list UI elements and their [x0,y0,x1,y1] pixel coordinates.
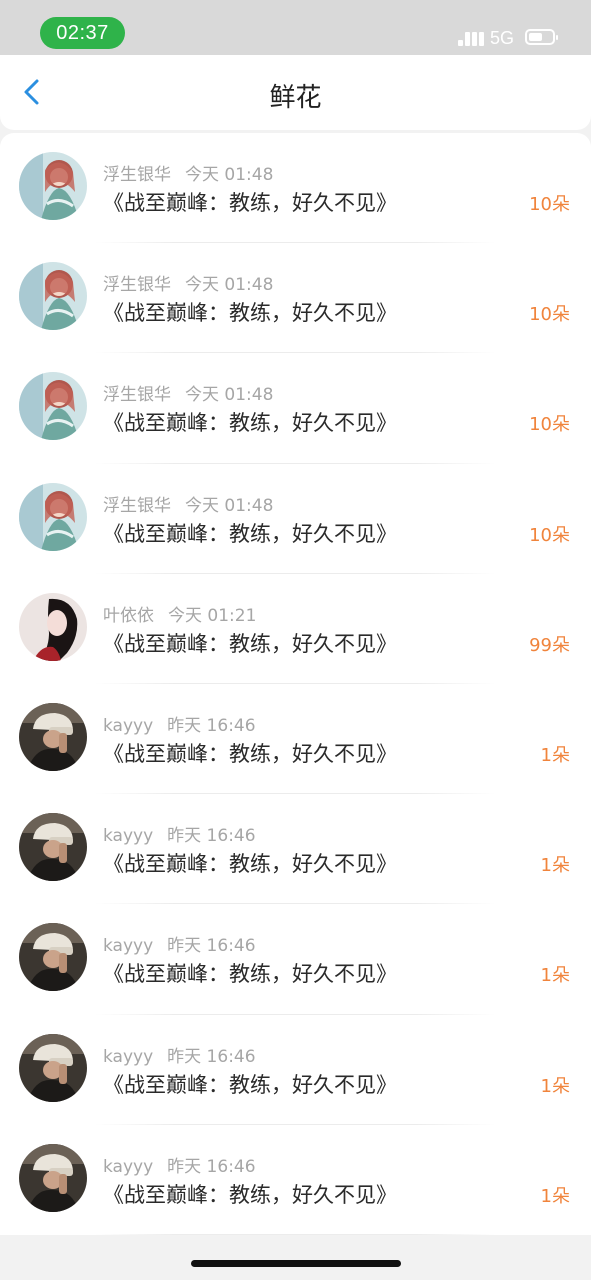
book-title[interactable]: 《战至巅峰：教练，好久不见》 [103,958,397,988]
flower-gift-list: 浮生银华 今天 01:48 《战至巅峰：教练，好久不见》 10朵 浮生银华 今天 0… [0,133,591,1235]
user-name[interactable]: kayyy [103,1047,153,1067]
item-meta: 浮生银华 今天 01:48 [103,270,273,295]
avatar[interactable] [19,1143,87,1212]
user-name[interactable]: kayyy [103,826,153,846]
home-indicator[interactable] [191,1260,401,1267]
item-meta: 浮生银华 今天 01:48 [103,160,273,185]
item-meta: kayyy 昨天 16:46 [103,821,256,846]
battery-icon [525,29,558,45]
user-name[interactable]: 浮生银华 [103,165,171,185]
list-item[interactable]: kayyy 昨天 16:46 《战至巅峰：教练，好久不见》 1朵 [0,1125,591,1235]
avatar[interactable] [19,592,87,661]
avatar[interactable] [19,923,87,992]
user-name[interactable]: 浮生银华 [103,385,171,405]
book-title[interactable]: 《战至巅峰：教练，好久不见》 [103,1069,397,1099]
nav-bar: 鲜花 [0,55,591,130]
list-item[interactable]: 浮生银华 今天 01:48 《战至巅峰：教练，好久不见》 10朵 [0,464,591,574]
user-name[interactable]: kayyy [103,716,153,736]
item-time: 今天 01:48 [185,495,274,516]
book-title[interactable]: 《战至巅峰：教练，好久不见》 [103,628,397,658]
book-title[interactable]: 《战至巅峰：教练，好久不见》 [103,738,397,768]
user-name[interactable]: kayyy [103,936,153,956]
item-meta: kayyy 昨天 16:46 [103,1042,256,1067]
item-time: 今天 01:21 [168,605,257,626]
item-time: 昨天 16:46 [167,1156,256,1177]
user-name[interactable]: 浮生银华 [103,275,171,295]
flower-amount: 1朵 [540,855,570,877]
item-meta: kayyy 昨天 16:46 [103,1152,256,1177]
user-name[interactable]: 叶依依 [103,606,154,626]
flower-amount: 1朵 [540,965,570,987]
user-name[interactable]: 浮生银华 [103,496,171,516]
list-item[interactable]: 浮生银华 今天 01:48 《战至巅峰：教练，好久不见》 10朵 [0,243,591,354]
status-bar: 02:37 5G [0,0,591,55]
book-title[interactable]: 《战至巅峰：教练，好久不见》 [103,1179,397,1209]
item-meta: kayyy 昨天 16:46 [103,711,256,736]
signal-bars-icon [458,30,484,46]
list-item[interactable]: 浮生银华 今天 01:48 《战至巅峰：教练，好久不见》 10朵 [0,133,591,244]
avatar[interactable] [19,813,87,882]
page-title: 鲜花 [269,83,322,113]
avatar[interactable] [19,702,87,771]
flower-amount: 1朵 [540,1185,570,1207]
item-time: 昨天 16:46 [167,936,256,957]
item-time: 昨天 16:46 [167,826,256,847]
user-name[interactable]: kayyy [103,1157,153,1177]
item-meta: 浮生银华 今天 01:48 [103,380,273,405]
flower-amount: 10朵 [529,194,570,215]
flower-amount: 10朵 [529,524,570,546]
bottom-area [0,1235,591,1280]
book-title[interactable]: 《战至巅峰：教练，好久不见》 [103,518,397,548]
book-title[interactable]: 《战至巅峰：教练，好久不见》 [103,297,397,327]
flower-amount: 10朵 [529,414,570,436]
network-type: 5G [490,28,515,48]
avatar[interactable] [19,482,87,551]
avatar[interactable] [19,152,87,220]
avatar[interactable] [19,262,87,331]
book-title[interactable]: 《战至巅峰：教练，好久不见》 [103,407,397,437]
list-item[interactable]: kayyy 昨天 16:46 《战至巅峰：教练，好久不见》 1朵 [0,684,591,795]
flower-amount: 10朵 [529,304,570,326]
item-time: 今天 01:48 [185,385,274,406]
status-time: 02:37 [40,17,125,49]
list-item[interactable]: kayyy 昨天 16:46 《战至巅峰：教练，好久不见》 1朵 [0,904,591,1015]
item-time: 今天 01:48 [185,165,274,185]
list-item[interactable]: kayyy 昨天 16:46 《战至巅峰：教练，好久不见》 1朵 [0,1015,591,1125]
avatar[interactable] [19,372,87,441]
battery-level [529,33,542,41]
flower-amount: 1朵 [540,1075,570,1097]
flower-amount: 99朵 [529,634,570,656]
item-meta: 叶依依 今天 01:21 [103,601,256,626]
flower-amount: 1朵 [540,744,570,766]
book-title[interactable]: 《战至巅峰：教练，好久不见》 [103,187,397,217]
list-item[interactable]: kayyy 昨天 16:46 《战至巅峰：教练，好久不见》 1朵 [0,794,591,905]
item-time: 昨天 16:46 [167,715,256,736]
book-title[interactable]: 《战至巅峰：教练，好久不见》 [103,848,397,878]
item-meta: 浮生银华 今天 01:48 [103,491,273,516]
item-time: 昨天 16:46 [167,1046,256,1067]
list-item[interactable]: 叶依依 今天 01:21 《战至巅峰：教练，好久不见》 99朵 [0,574,591,684]
item-meta: kayyy 昨天 16:46 [103,931,256,956]
avatar[interactable] [19,1033,87,1102]
item-time: 今天 01:48 [185,275,274,296]
list-item[interactable]: 浮生银华 今天 01:48 《战至巅峰：教练，好久不见》 10朵 [0,353,591,464]
